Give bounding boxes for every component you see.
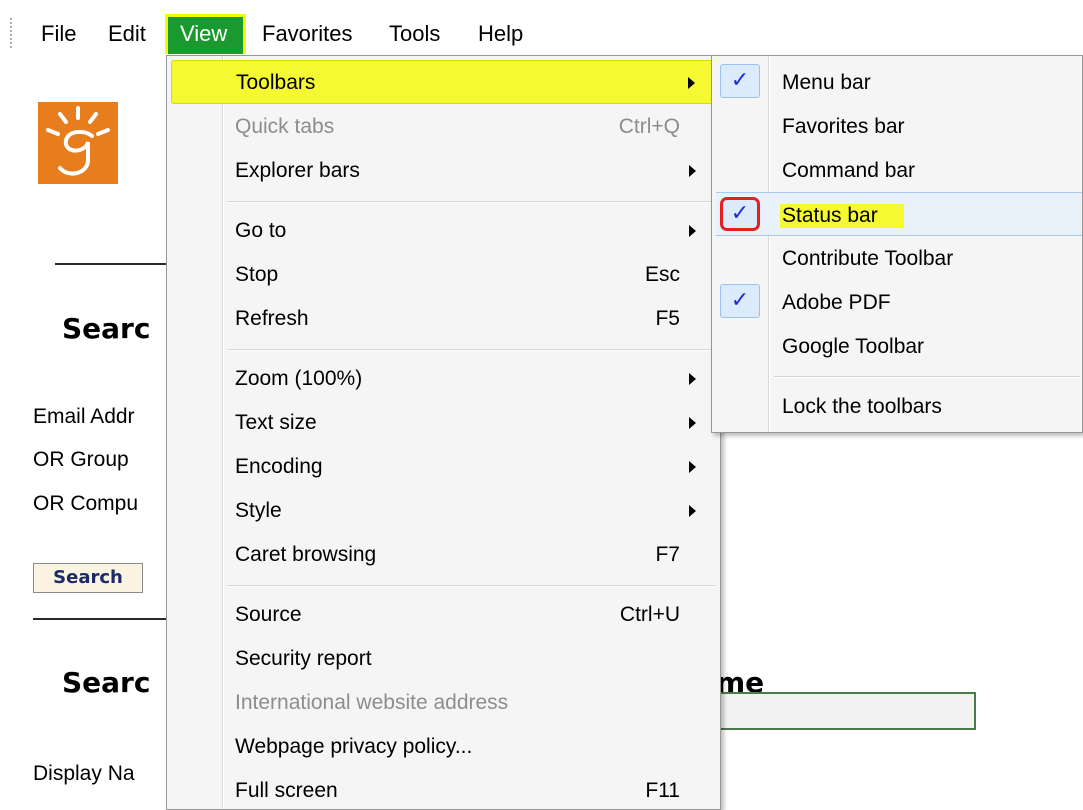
menu-separator: [227, 201, 715, 203]
menu-item-label: Full screen: [235, 779, 338, 802]
menu-view[interactable]: View: [165, 14, 246, 54]
submenu-item-status-bar[interactable]: ✓ Status bar: [716, 192, 1082, 236]
menu-item-quick-tabs[interactable]: Quick tabs Ctrl+Q: [171, 105, 716, 149]
menu-tools[interactable]: Tools: [377, 14, 452, 54]
site-logo[interactable]: [38, 102, 118, 184]
menu-item-zoom[interactable]: Zoom (100%): [171, 357, 716, 401]
submenu-item-google-toolbar[interactable]: Google Toolbar: [716, 324, 1082, 368]
menubar-grip[interactable]: [10, 18, 14, 48]
submenu-arrow-icon: [689, 373, 696, 385]
section-heading-1: Searc: [62, 312, 151, 345]
submenu-item-lock-the-toolbars[interactable]: Lock the toolbars: [716, 384, 1082, 428]
menu-separator: [774, 376, 1080, 378]
checkmark-icon: ✓: [720, 197, 760, 231]
divider: [55, 263, 175, 265]
menu-separator: [227, 349, 715, 351]
menu-item-international-website-address[interactable]: International website address: [171, 681, 716, 725]
menu-item-label: Caret browsing: [235, 543, 377, 566]
email-address-label: Email Addr: [33, 405, 135, 428]
menu-item-text-size[interactable]: Text size: [171, 401, 716, 445]
submenu-item-favorites-bar[interactable]: Favorites bar: [716, 104, 1082, 148]
menu-edit[interactable]: Edit: [96, 14, 158, 54]
menu-item-caret-browsing[interactable]: Caret browsing F7: [171, 533, 716, 577]
menu-file[interactable]: File: [29, 14, 88, 54]
submenu-item-contribute-toolbar[interactable]: Contribute Toolbar: [716, 236, 1082, 280]
submenu-item-label: Command bar: [782, 159, 916, 182]
menu-item-shortcut: Ctrl+Q: [618, 115, 680, 138]
menu-item-shortcut: F7: [655, 543, 680, 566]
menu-separator: [227, 585, 715, 587]
submenu-item-command-bar[interactable]: Command bar: [716, 148, 1082, 192]
submenu-arrow-icon: [688, 77, 695, 89]
search-button[interactable]: Search: [33, 563, 143, 593]
menu-item-toolbars[interactable]: Toolbars: [171, 60, 716, 104]
menu-item-security-report[interactable]: Security report: [171, 637, 716, 681]
checkmark-icon: ✓: [720, 284, 760, 318]
submenu-arrow-icon: [689, 165, 696, 177]
menu-item-label: Quick tabs: [235, 115, 335, 138]
menu-item-explorer-bars[interactable]: Explorer bars: [171, 149, 716, 193]
menu-item-refresh[interactable]: Refresh F5: [171, 297, 716, 341]
submenu-item-label: Menu bar: [782, 71, 871, 94]
section-heading-2: Searc: [62, 666, 151, 699]
submenu-item-label: Contribute Toolbar: [782, 247, 954, 270]
submenu-item-label: Lock the toolbars: [782, 395, 942, 418]
view-menu-dropdown: Toolbars Quick tabs Ctrl+Q Explorer bars…: [166, 55, 721, 810]
menu-item-label: Security report: [235, 647, 372, 670]
menu-item-label: Encoding: [235, 455, 323, 478]
menu-item-label: Text size: [235, 411, 317, 434]
menu-item-webpage-privacy-policy[interactable]: Webpage privacy policy...: [171, 725, 716, 769]
submenu-item-menu-bar[interactable]: ✓ Menu bar: [716, 60, 1082, 104]
menu-item-label: Stop: [235, 263, 279, 286]
menu-item-shortcut: Ctrl+U: [619, 603, 680, 626]
submenu-arrow-icon: [689, 417, 696, 429]
menu-favorites[interactable]: Favorites: [250, 14, 364, 54]
menu-item-shortcut: Esc: [644, 263, 680, 286]
submenu-arrow-icon: [689, 225, 696, 237]
menu-item-go-to[interactable]: Go to: [171, 209, 716, 253]
menu-item-label: Webpage privacy policy...: [235, 735, 473, 758]
menu-item-label: Style: [235, 499, 282, 522]
menu-item-label: Explorer bars: [235, 159, 360, 182]
menu-item-source[interactable]: Source Ctrl+U: [171, 593, 716, 637]
menu-help[interactable]: Help: [466, 14, 535, 54]
toolbars-submenu: ✓ Menu bar Favorites bar Command bar ✓ S…: [711, 55, 1083, 433]
menu-item-label: Zoom (100%): [235, 367, 363, 390]
menu-item-label: Go to: [235, 219, 287, 242]
or-group-label: OR Group: [33, 448, 129, 471]
submenu-item-label: Google Toolbar: [782, 335, 925, 358]
menu-item-style[interactable]: Style: [171, 489, 716, 533]
submenu-item-label: Favorites bar: [782, 115, 905, 138]
submenu-item-label: Status bar: [780, 204, 904, 228]
menu-item-full-screen[interactable]: Full screen F11: [171, 769, 716, 809]
display-name-input[interactable]: [690, 692, 976, 730]
menu-item-shortcut: F5: [655, 307, 680, 330]
divider: [33, 618, 173, 620]
menu-item-encoding[interactable]: Encoding: [171, 445, 716, 489]
logo-sun-g-icon: [46, 106, 110, 176]
menu-item-label: Refresh: [235, 307, 309, 330]
submenu-item-label: Adobe PDF: [782, 291, 891, 314]
checkmark-icon: ✓: [720, 64, 760, 98]
menu-item-label: Toolbars: [236, 71, 316, 94]
menu-item-shortcut: F11: [645, 779, 680, 802]
menu-item-label: Source: [235, 603, 302, 626]
submenu-arrow-icon: [689, 461, 696, 473]
submenu-arrow-icon: [689, 505, 696, 517]
submenu-item-adobe-pdf[interactable]: ✓ Adobe PDF: [716, 280, 1082, 324]
display-name-label: Display Na: [33, 762, 135, 785]
or-computer-label: OR Compu: [33, 492, 139, 515]
menu-bar: File Edit View Favorites Tools Help: [0, 0, 1083, 56]
menu-item-stop[interactable]: Stop Esc: [171, 253, 716, 297]
menu-item-label: International website address: [235, 691, 509, 714]
